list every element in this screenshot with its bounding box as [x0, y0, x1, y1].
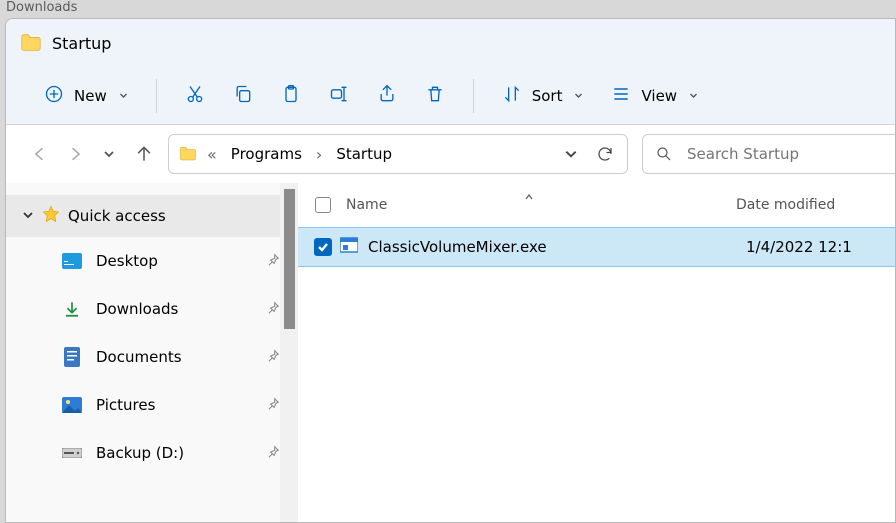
- copy-button[interactable]: [223, 76, 263, 116]
- sidebar-item-downloads[interactable]: Downloads: [6, 285, 298, 333]
- file-explorer-window: Startup New Sort View: [5, 18, 896, 523]
- column-name[interactable]: Name: [336, 197, 736, 213]
- address-bar[interactable]: « Programs › Startup: [168, 134, 628, 174]
- titlebar: Startup: [6, 19, 895, 67]
- select-all-check[interactable]: [310, 197, 336, 213]
- file-name: ClassicVolumeMixer.exe: [358, 238, 746, 256]
- pin-icon: [266, 444, 280, 463]
- sidebar-item-label: Backup (D:): [96, 444, 252, 462]
- documents-icon: [62, 347, 82, 367]
- address-row: « Programs › Startup: [6, 125, 895, 183]
- row-checkbox[interactable]: [310, 238, 336, 256]
- copy-icon: [233, 84, 253, 108]
- drive-icon: [62, 443, 82, 463]
- sidebar-scrollbar[interactable]: [280, 183, 298, 522]
- folder-icon: [20, 32, 42, 54]
- breadcrumb-item[interactable]: Startup: [332, 141, 396, 167]
- pin-icon: [266, 348, 280, 367]
- toolbar-divider: [473, 79, 474, 113]
- chevron-right-icon[interactable]: ›: [316, 145, 322, 164]
- pictures-icon: [62, 395, 82, 415]
- chevron-down-icon: [22, 207, 34, 225]
- parent-window-label: Downloads: [6, 0, 77, 15]
- column-header-row: Name Date modified: [298, 183, 895, 227]
- new-label: New: [74, 87, 107, 105]
- breadcrumb-item[interactable]: Programs: [227, 141, 306, 167]
- pin-icon: [266, 396, 280, 415]
- recent-button[interactable]: [99, 136, 120, 172]
- address-dropdown[interactable]: [559, 147, 583, 161]
- file-date: 1/4/2022 12:1: [746, 238, 852, 256]
- paste-button[interactable]: [271, 76, 311, 116]
- quick-access-header[interactable]: Quick access: [6, 195, 298, 237]
- star-icon: [42, 205, 60, 227]
- view-button[interactable]: View: [601, 76, 708, 116]
- sidebar-item-backup[interactable]: Backup (D:): [6, 429, 298, 477]
- chevron-down-icon: [574, 91, 583, 100]
- toolbar: New Sort View: [6, 67, 895, 125]
- column-date[interactable]: Date modified: [736, 197, 835, 213]
- sort-button[interactable]: Sort: [492, 76, 594, 116]
- up-button[interactable]: [134, 136, 155, 172]
- pin-icon: [266, 252, 280, 271]
- sidebar: Quick access Desktop Downloads Documents: [6, 183, 298, 522]
- refresh-button[interactable]: [593, 145, 617, 163]
- window-title: Startup: [52, 34, 111, 53]
- sidebar-item-desktop[interactable]: Desktop: [6, 237, 298, 285]
- back-button[interactable]: [30, 136, 51, 172]
- sort-indicator-icon: [523, 187, 535, 206]
- share-button[interactable]: [367, 76, 407, 116]
- cut-button[interactable]: [175, 76, 215, 116]
- rename-button[interactable]: [319, 76, 359, 116]
- desktop-icon: [62, 251, 82, 271]
- scissors-icon: [185, 84, 205, 108]
- file-list-panel: Name Date modified ClassicVolumeMixer.ex…: [298, 183, 895, 522]
- pin-icon: [266, 300, 280, 319]
- search-icon: [655, 145, 673, 163]
- search-box[interactable]: [642, 134, 895, 174]
- sort-icon: [502, 84, 522, 108]
- delete-button[interactable]: [415, 76, 455, 116]
- clipboard-icon: [281, 84, 301, 108]
- file-row[interactable]: ClassicVolumeMixer.exe 1/4/2022 12:1: [298, 227, 895, 267]
- view-label: View: [641, 87, 677, 105]
- share-icon: [377, 84, 397, 108]
- new-button[interactable]: New: [34, 76, 138, 116]
- content-area: Quick access Desktop Downloads Documents: [6, 183, 895, 522]
- sidebar-scrollbar-thumb[interactable]: [284, 189, 295, 329]
- sidebar-item-documents[interactable]: Documents: [6, 333, 298, 381]
- chevron-down-icon: [689, 91, 698, 100]
- sidebar-item-label: Downloads: [96, 300, 252, 318]
- breadcrumb-ellipsis[interactable]: «: [207, 145, 217, 164]
- search-input[interactable]: [685, 144, 883, 164]
- chevron-down-icon: [119, 91, 128, 100]
- rename-icon: [329, 84, 349, 108]
- sort-label: Sort: [532, 87, 563, 105]
- sidebar-item-label: Pictures: [96, 396, 252, 414]
- forward-button[interactable]: [65, 136, 86, 172]
- toolbar-divider: [156, 79, 157, 113]
- folder-icon: [179, 145, 197, 163]
- plus-icon: [44, 84, 64, 108]
- view-icon: [611, 84, 631, 108]
- sidebar-item-label: Desktop: [96, 252, 252, 270]
- downloads-icon: [62, 299, 82, 319]
- sidebar-item-label: Documents: [96, 348, 252, 366]
- quick-access-label: Quick access: [68, 207, 166, 225]
- trash-icon: [425, 84, 445, 108]
- sidebar-item-pictures[interactable]: Pictures: [6, 381, 298, 429]
- exe-icon: [336, 236, 358, 258]
